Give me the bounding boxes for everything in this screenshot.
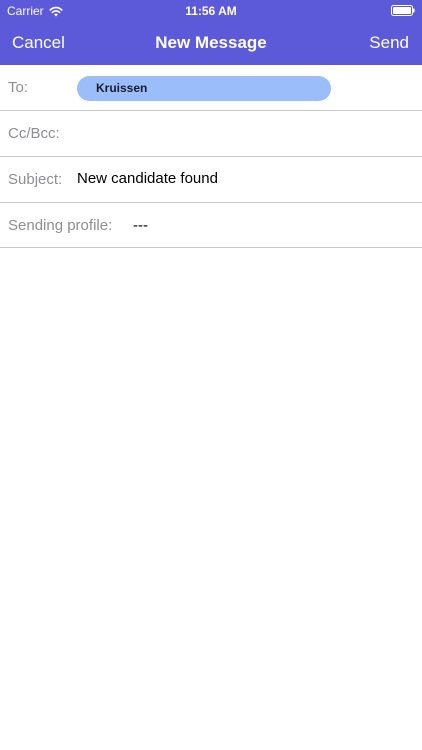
cc-bcc-field-row[interactable]: Cc/Bcc: xyxy=(0,111,422,157)
compose-screen: Carrier 11:56 AM Cancel New Message Send… xyxy=(0,0,422,750)
to-field-row[interactable]: To: Kruissen xyxy=(0,65,422,111)
sending-profile-value[interactable]: --- xyxy=(133,217,148,234)
subject-field-row[interactable]: Subject: New candidate found xyxy=(0,157,422,203)
cc-bcc-label: Cc/Bcc: xyxy=(8,125,60,142)
sending-profile-row[interactable]: Sending profile: --- xyxy=(0,203,422,248)
cancel-button[interactable]: Cancel xyxy=(12,33,65,53)
subject-label: Subject: xyxy=(8,171,63,188)
status-bar: Carrier 11:56 AM xyxy=(0,0,422,22)
battery-icon xyxy=(391,5,415,16)
status-time: 11:56 AM xyxy=(185,4,237,18)
navigation-bar: Cancel New Message Send xyxy=(0,22,422,65)
sending-profile-label: Sending profile: xyxy=(8,217,113,234)
to-label: To: xyxy=(8,79,29,96)
header: Carrier 11:56 AM Cancel New Message Send xyxy=(0,0,422,65)
send-button[interactable]: Send xyxy=(369,33,409,53)
subject-input[interactable]: New candidate found xyxy=(77,170,218,187)
recipient-chip[interactable]: Kruissen xyxy=(77,76,331,101)
